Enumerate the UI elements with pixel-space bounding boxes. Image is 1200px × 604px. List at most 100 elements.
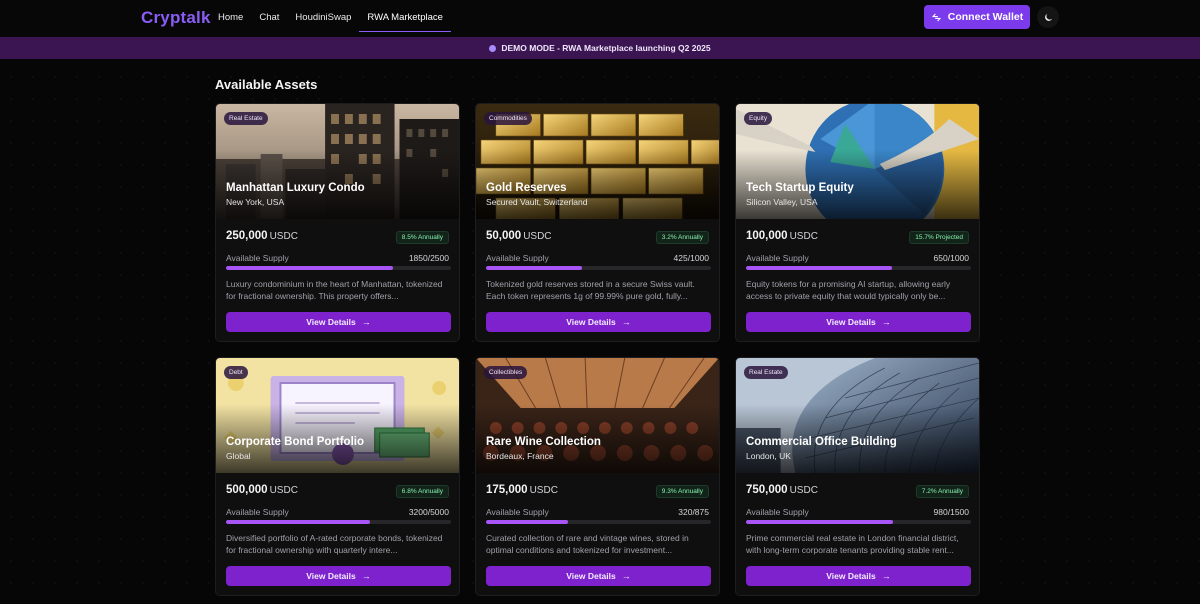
- view-details-button[interactable]: View Details →: [746, 312, 971, 332]
- asset-image: Debt Corporate Bond Portfolio Global: [216, 358, 459, 473]
- asset-price: 100,000 USDC: [746, 230, 818, 242]
- category-badge: Debt: [224, 366, 248, 379]
- asset-price: 175,000 USDC: [486, 484, 558, 496]
- arrow-right-icon: →: [361, 571, 371, 581]
- asset-location: Silicon Valley, USA: [746, 197, 818, 207]
- view-details-label: View Details: [306, 571, 356, 581]
- supply-progress-fill: [486, 520, 569, 524]
- supply-label: Available Supply: [226, 253, 289, 263]
- view-details-label: View Details: [306, 317, 356, 327]
- arrow-right-icon: →: [881, 571, 891, 581]
- asset-card[interactable]: Real Estate Commercial Office Building L…: [735, 357, 980, 596]
- price-unit: USDC: [269, 485, 298, 496]
- supply-value: 1850/2500: [408, 253, 449, 263]
- asset-title: Commercial Office Building: [746, 436, 897, 448]
- supply-progress-fill: [226, 520, 370, 524]
- price-unit: USDC: [529, 485, 558, 496]
- theme-toggle-button[interactable]: [1037, 6, 1059, 28]
- price-unit: USDC: [523, 231, 552, 242]
- connect-wallet-button[interactable]: Connect Wallet: [924, 5, 1030, 29]
- price-value: 50,000: [486, 230, 522, 242]
- arrow-right-icon: →: [881, 317, 891, 327]
- view-details-button[interactable]: View Details →: [226, 566, 451, 586]
- supply-label: Available Supply: [226, 507, 289, 517]
- price-value: 500,000: [226, 484, 268, 496]
- supply-progress-bar: [746, 266, 971, 270]
- price-value: 100,000: [746, 230, 788, 242]
- category-badge: Commodities: [484, 112, 532, 125]
- category-badge: Collectibles: [484, 366, 528, 379]
- asset-card[interactable]: Real Estate Manhattan Luxury Condo New Y…: [215, 103, 460, 342]
- nav-chat[interactable]: Chat: [251, 7, 287, 32]
- supply-progress-bar: [486, 520, 711, 524]
- asset-card[interactable]: Collectibles Rare Wine Collection Bordea…: [475, 357, 720, 596]
- asset-price: 750,000 USDC: [746, 484, 818, 496]
- yield-badge: 15.7% Projected: [909, 231, 969, 244]
- price-value: 250,000: [226, 230, 268, 242]
- price-unit: USDC: [789, 231, 818, 242]
- asset-location: New York, USA: [226, 197, 285, 207]
- price-unit: USDC: [269, 231, 298, 242]
- asset-card[interactable]: Equity Tech Startup Equity Silicon Valle…: [735, 103, 980, 342]
- asset-location: London, UK: [746, 451, 791, 461]
- supply-value: 425/1000: [673, 253, 709, 263]
- supply-value: 980/1500: [933, 507, 969, 517]
- yield-badge: 6.8% Annually: [395, 485, 449, 498]
- asset-description: Curated collection of rare and vintage w…: [486, 533, 689, 555]
- asset-image: Real Estate Commercial Office Building L…: [736, 358, 979, 473]
- asset-card[interactable]: Commodities Gold Reserves Secured Vault,…: [475, 103, 720, 342]
- demo-mode-banner: DEMO MODE - RWA Marketplace launching Q2…: [0, 37, 1200, 59]
- supply-progress-bar: [226, 520, 451, 524]
- asset-title: Corporate Bond Portfolio: [226, 436, 364, 448]
- price-unit: USDC: [789, 485, 818, 496]
- image-overlay: [216, 358, 459, 473]
- nav-home[interactable]: Home: [210, 7, 251, 32]
- asset-description: Diversified portfolio of A-rated corpora…: [226, 533, 443, 555]
- wallet-icon: [932, 13, 941, 21]
- view-details-button[interactable]: View Details →: [486, 566, 711, 586]
- arrow-right-icon: →: [621, 571, 631, 581]
- view-details-button[interactable]: View Details →: [226, 312, 451, 332]
- asset-grid: Real Estate Manhattan Luxury Condo New Y…: [215, 103, 980, 596]
- asset-title: Rare Wine Collection: [486, 436, 601, 448]
- supply-label: Available Supply: [746, 253, 809, 263]
- view-details-label: View Details: [566, 317, 616, 327]
- category-badge: Real Estate: [224, 112, 268, 125]
- connect-wallet-label: Connect Wallet: [947, 11, 1024, 23]
- asset-price: 50,000 USDC: [486, 230, 552, 242]
- view-details-button[interactable]: View Details →: [486, 312, 711, 332]
- asset-price: 500,000 USDC: [226, 484, 298, 496]
- yield-badge: 3.2% Annually: [655, 231, 709, 244]
- asset-location: Bordeaux, France: [486, 451, 554, 461]
- status-dot-icon: [489, 44, 497, 52]
- asset-image: Commodities Gold Reserves Secured Vault,…: [476, 104, 719, 219]
- asset-title: Tech Startup Equity: [746, 182, 854, 194]
- price-value: 175,000: [486, 484, 528, 496]
- supply-value: 320/875: [678, 507, 709, 517]
- view-details-label: View Details: [566, 571, 616, 581]
- supply-progress-fill: [746, 520, 893, 524]
- yield-badge: 9.3% Annually: [655, 485, 709, 498]
- nav-rwa-marketplace[interactable]: RWA Marketplace: [359, 7, 451, 32]
- supply-progress-fill: [226, 266, 393, 270]
- nav-houdiniswap[interactable]: HoudiniSwap: [287, 7, 359, 32]
- supply-label: Available Supply: [746, 507, 809, 517]
- asset-location: Global: [226, 451, 251, 461]
- brand-logo[interactable]: Cryptalk: [141, 8, 211, 28]
- view-details-button[interactable]: View Details →: [746, 566, 971, 586]
- arrow-right-icon: →: [361, 317, 371, 327]
- category-badge: Real Estate: [744, 366, 788, 379]
- asset-description: Luxury condominium in the heart of Manha…: [226, 279, 443, 301]
- asset-image: Equity Tech Startup Equity Silicon Valle…: [736, 104, 979, 219]
- asset-image: Real Estate Manhattan Luxury Condo New Y…: [216, 104, 459, 219]
- supply-progress-fill: [486, 266, 582, 270]
- asset-image: Collectibles Rare Wine Collection Bordea…: [476, 358, 719, 473]
- asset-location: Secured Vault, Switzerland: [486, 197, 588, 207]
- asset-card[interactable]: Debt Corporate Bond Portfolio Global 500…: [215, 357, 460, 596]
- yield-badge: 7.2% Annually: [915, 485, 969, 498]
- asset-description: Tokenized gold reserves stored in a secu…: [486, 279, 695, 301]
- supply-label: Available Supply: [486, 253, 549, 263]
- asset-price: 250,000 USDC: [226, 230, 298, 242]
- moon-icon: [1044, 13, 1052, 21]
- arrow-right-icon: →: [621, 317, 631, 327]
